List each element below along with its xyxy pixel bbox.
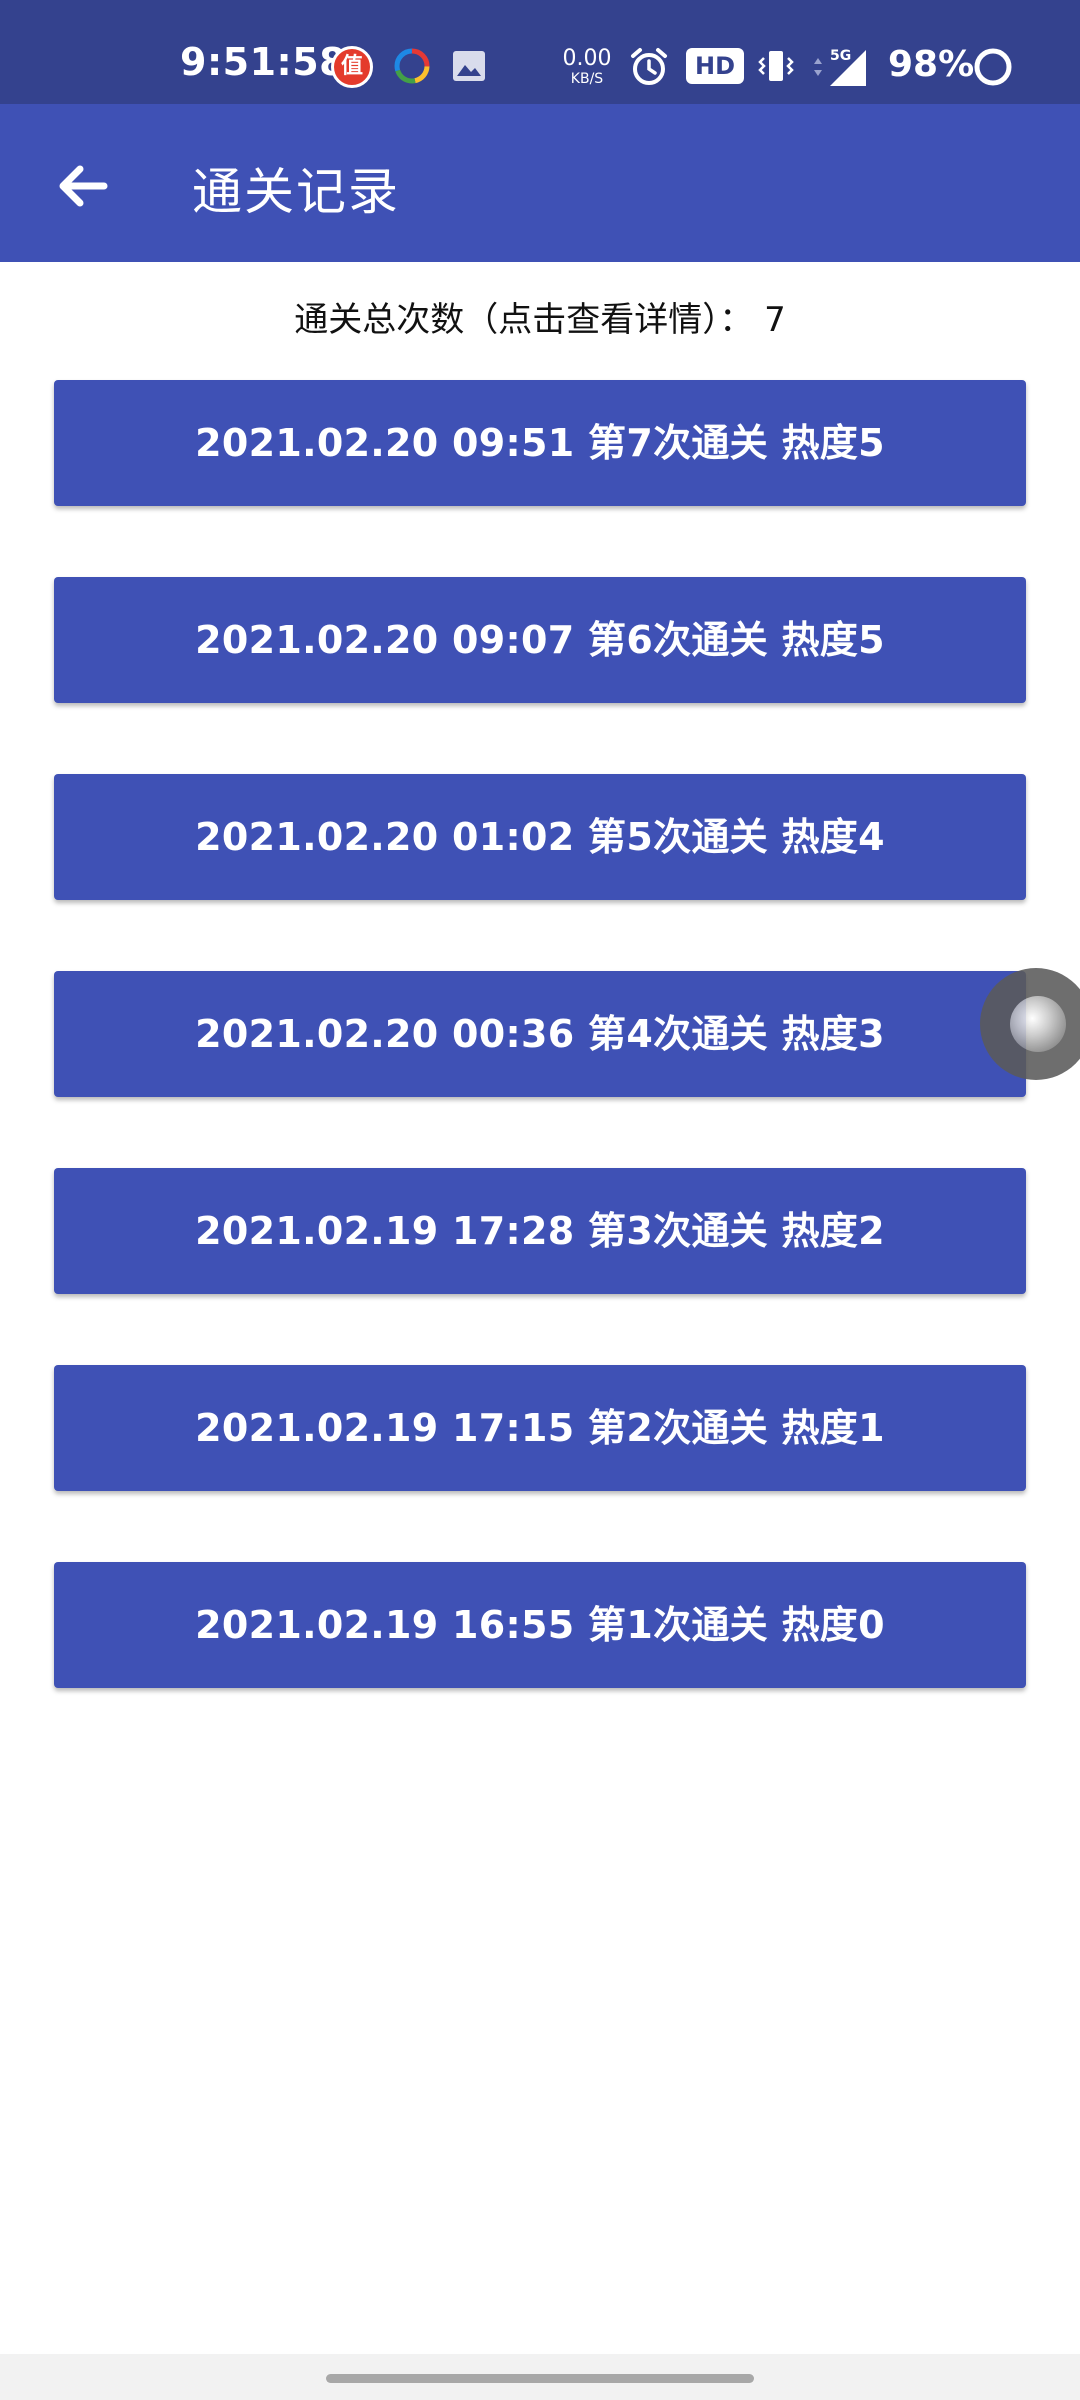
net-speed: 0.00 KB/S [562, 46, 612, 87]
back-button[interactable] [46, 149, 126, 219]
signal-label: 5G [830, 48, 851, 64]
hd-badge: HD [686, 48, 744, 84]
battery-icon [974, 48, 1012, 86]
ring-app-icon [394, 48, 430, 84]
battery-percent: 98% [888, 44, 975, 85]
arrow-left-icon [59, 165, 108, 207]
floating-assist-ball[interactable] [980, 968, 1080, 1080]
record-button-3[interactable]: 2021.02.19 17:28 第3次通关 热度2 [54, 1168, 1026, 1294]
signal-icon: 5G [814, 48, 866, 86]
record-button-1[interactable]: 2021.02.19 16:55 第1次通关 热度0 [54, 1562, 1026, 1688]
total-clears-summary[interactable]: 通关总次数（点击查看详情）： 7 [0, 292, 1080, 341]
app-bar: 通关记录 [0, 104, 1080, 262]
record-button-4[interactable]: 2021.02.20 00:36 第4次通关 热度3 [54, 971, 1026, 1097]
record-button-7[interactable]: 2021.02.20 09:51 第7次通关 热度5 [54, 380, 1026, 506]
record-button-2[interactable]: 2021.02.19 17:15 第2次通关 热度1 [54, 1365, 1026, 1491]
assist-ball-icon [1010, 996, 1066, 1052]
image-icon [453, 51, 485, 81]
status-bar: 9:51:58 值 0.00 KB/S HD 5G 98% [0, 0, 1080, 104]
record-button-5[interactable]: 2021.02.20 01:02 第5次通关 热度4 [54, 774, 1026, 900]
net-speed-value: 0.00 [562, 46, 612, 71]
vibrate-icon [758, 51, 794, 81]
zhi-app-icon: 值 [331, 46, 373, 88]
page-title: 通关记录 [192, 163, 400, 221]
status-time: 9:51:58 [180, 40, 347, 84]
record-list: 2021.02.20 09:51 第7次通关 热度5 2021.02.20 09… [54, 380, 1026, 1759]
record-button-6[interactable]: 2021.02.20 09:07 第6次通关 热度5 [54, 577, 1026, 703]
gesture-handle[interactable] [326, 2374, 754, 2383]
alarm-icon [631, 48, 667, 85]
net-speed-unit: KB/S [570, 71, 604, 87]
navigation-bar [0, 2354, 1080, 2400]
